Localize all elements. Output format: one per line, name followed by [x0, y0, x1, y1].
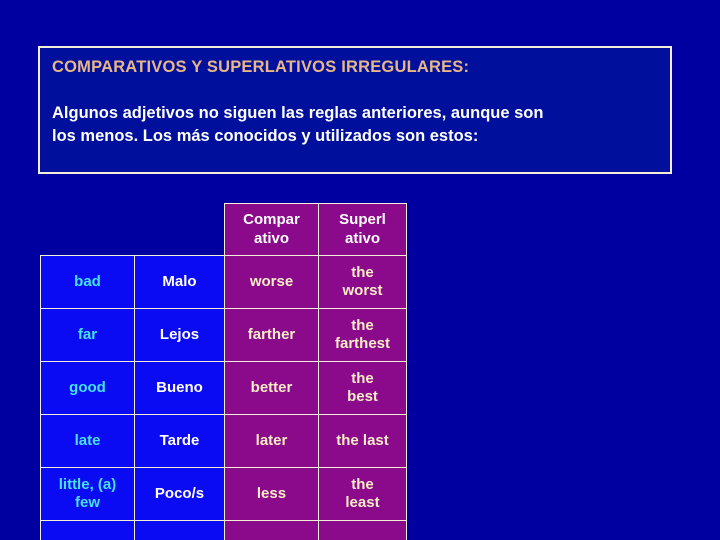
slide-canvas: COMPARATIVOS Y SUPERLATIVOS IRREGULARES:… — [0, 0, 720, 540]
cell-english: much, — [40, 520, 135, 540]
cell-comparative: better — [224, 361, 319, 415]
cell-spanish: Tarde — [134, 414, 225, 468]
cell-superlative-line-2: best — [347, 388, 378, 405]
cell-superlative: the — [318, 520, 407, 540]
column-header-comparativo-line-2: ativo — [253, 229, 289, 247]
cell-spanish: Bueno — [134, 361, 225, 415]
cell-spanish: Mucho/ — [134, 520, 225, 540]
table-row: bad Malo worse the worst — [40, 255, 407, 309]
cell-superlative-line-1: the — [351, 316, 374, 334]
page-title: COMPARATIVOS Y SUPERLATIVOS IRREGULARES: — [52, 58, 470, 76]
cell-superlative-line-2: farthest — [334, 335, 390, 352]
cell-comparative: farther — [224, 308, 319, 362]
column-header-superlativo-line-1: Superl — [339, 211, 386, 229]
column-header-superlativo: Superl ativo — [318, 203, 407, 256]
cell-superlative-line-2: worst — [342, 282, 383, 299]
table-header-row: Compar ativo Superl ativo — [41, 203, 407, 256]
cell-comparative: more — [224, 520, 319, 540]
column-header-comparativo: Compar ativo — [224, 203, 319, 256]
cell-superlative-line-1: the — [351, 369, 374, 387]
intro-panel: COMPARATIVOS Y SUPERLATIVOS IRREGULARES:… — [38, 46, 672, 174]
cell-superlative: the least — [318, 467, 407, 521]
cell-english: bad — [40, 255, 135, 309]
cell-english-line-1: little, (a) — [58, 475, 117, 493]
cell-superlative: the best — [318, 361, 407, 415]
cell-english: far — [40, 308, 135, 362]
cell-spanish: Lejos — [134, 308, 225, 362]
cell-superlative-line-2: least — [345, 494, 380, 511]
cell-superlative-line-1: the — [351, 263, 374, 281]
cell-superlative-line-1: the — [351, 475, 374, 493]
intro-body-text: Algunos adjetivos no siguen las reglas a… — [52, 102, 658, 149]
cell-english-line-2: few — [74, 494, 100, 511]
table-row: far Lejos farther the farthest — [40, 308, 407, 362]
cell-comparative: worse — [224, 255, 319, 309]
cell-comparative: less — [224, 467, 319, 521]
cell-comparative: later — [224, 414, 319, 468]
table-row: good Bueno better the best — [40, 361, 407, 415]
header-spacer-english — [41, 204, 135, 256]
column-header-comparativo-line-1: Compar — [243, 211, 300, 229]
intro-body-line-1: Algunos adjetivos no siguen las reglas a… — [52, 103, 544, 122]
cell-english: late — [40, 414, 135, 468]
cell-spanish: Poco/s — [134, 467, 225, 521]
header-spacer-spanish — [135, 204, 225, 256]
cell-superlative: the last — [318, 414, 407, 468]
table-row: much, Mucho/ more the — [40, 520, 407, 540]
cell-superlative: the farthest — [318, 308, 407, 362]
intro-body-line-2: los menos. Los más conocidos y utilizado… — [52, 127, 479, 146]
irregular-comparatives-table: Compar ativo Superl ativo bad Malo worse… — [40, 203, 407, 540]
table-row: late Tarde later the last — [40, 414, 407, 468]
cell-spanish: Malo — [134, 255, 225, 309]
column-header-superlativo-line-2: ativo — [344, 229, 380, 247]
cell-english: little, (a) few — [40, 467, 135, 521]
cell-superlative: the worst — [318, 255, 407, 309]
table-row: little, (a) few Poco/s less the least — [40, 467, 407, 521]
cell-english: good — [40, 361, 135, 415]
